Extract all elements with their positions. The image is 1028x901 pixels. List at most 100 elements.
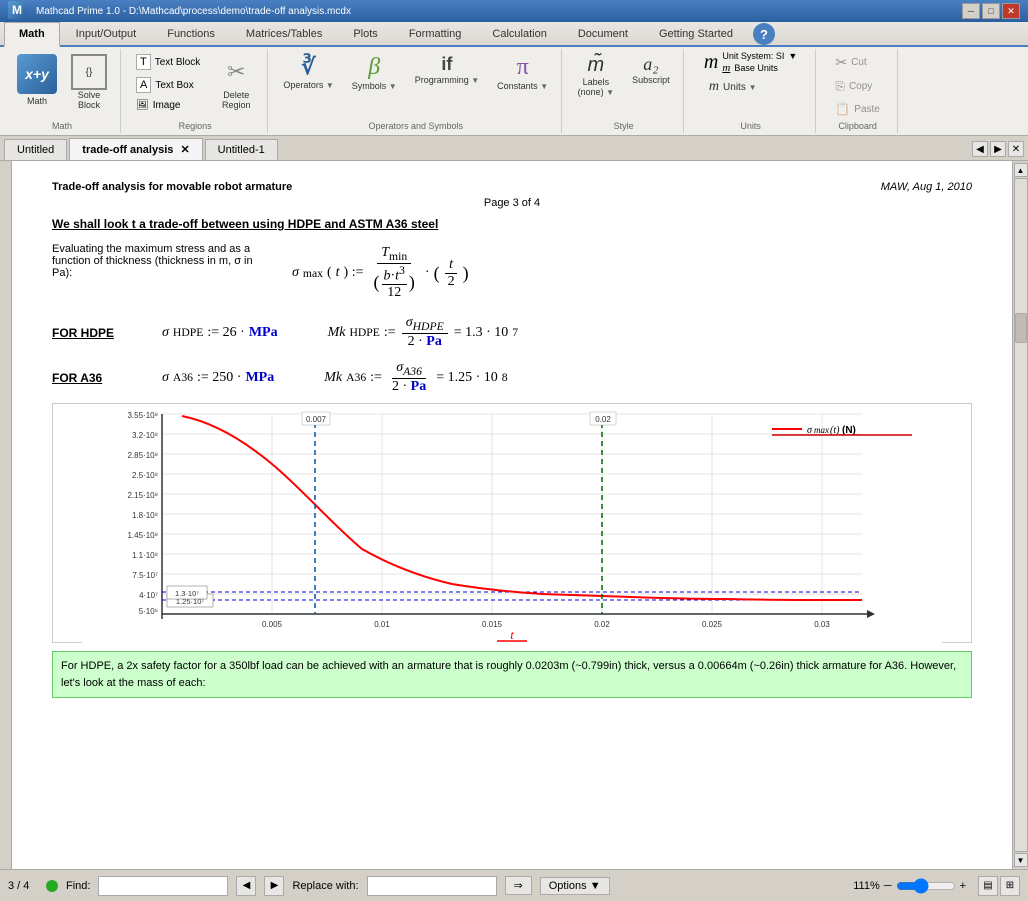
programming-icon: if — [441, 54, 452, 75]
document-area: Trade-off analysis for movable robot arm… — [12, 161, 1012, 869]
tab-formatting[interactable]: Formatting — [394, 22, 477, 45]
doc-tab-untitled1[interactable]: Untitled-1 — [205, 139, 278, 160]
ribbon-group-clipboard: ✂ Cut ⎘ Copy 📋 Paste Clipboard — [818, 49, 898, 133]
image-icon: 🖼 — [136, 100, 149, 111]
tab-input-output[interactable]: Input/Output — [61, 22, 152, 45]
scroll-thumb[interactable] — [1015, 313, 1027, 343]
scroll-left — [0, 161, 12, 869]
zoom-controls: 111% ─ + — [853, 878, 966, 894]
options-dropdown-icon: ▼ — [590, 880, 601, 892]
find-prev-button[interactable]: ◀ — [236, 876, 256, 896]
ribbon-group-style: m̃ Labels(none) ▼ a₂ Subscript Style — [564, 49, 684, 133]
a36-row: FOR A36 σA36 := 250 · MPa MkA36 := σA36 … — [52, 358, 972, 397]
doc-tab-trade-off[interactable]: trade-off analysis ✕ — [69, 138, 202, 160]
tab-math[interactable]: Math — [4, 22, 60, 47]
symbols-button[interactable]: β Symbols ▼ — [347, 51, 402, 94]
document-tabs: Untitled trade-off analysis ✕ Untitled-1… — [0, 136, 1028, 161]
zoom-out-button[interactable]: ─ — [884, 880, 892, 892]
window-title: Mathcad Prime 1.0 - D:\Mathcad\process\d… — [36, 6, 351, 17]
tabs-prev-button[interactable]: ◀ — [972, 141, 988, 157]
ribbon-content: x+y Math {} SolveBlock Math T Text Block — [0, 47, 1028, 135]
programming-button[interactable]: if Programming ▼ — [410, 51, 484, 88]
scroll-up-button[interactable]: ▲ — [1014, 163, 1028, 177]
operators-button[interactable]: ∛ Operators ▼ — [278, 51, 338, 93]
view-icons: ▤ ⊞ — [978, 876, 1020, 896]
tabs-close-button[interactable]: ✕ — [1008, 141, 1024, 157]
tabs-nav: ◀ ▶ ✕ — [972, 141, 1024, 157]
options-label: Options — [549, 880, 587, 892]
svg-text:2.15·10⁸: 2.15·10⁸ — [127, 491, 158, 500]
replace-input[interactable] — [367, 876, 497, 896]
labels-icon: m̃ — [588, 54, 605, 77]
svg-text:0.007: 0.007 — [306, 415, 327, 424]
svg-text:1.45·10⁸: 1.45·10⁸ — [127, 531, 158, 540]
document-page[interactable]: Trade-off analysis for movable robot arm… — [12, 161, 1012, 869]
view-grid-button[interactable]: ⊞ — [1000, 876, 1020, 896]
symbols-icon: β — [368, 54, 380, 81]
paste-button[interactable]: 📋 Paste — [830, 99, 885, 119]
units-icon: m — [709, 79, 719, 95]
svg-text:1.1·10⁸: 1.1·10⁸ — [132, 551, 158, 560]
delete-region-button[interactable]: ✂ DeleteRegion — [213, 51, 259, 113]
svg-text:1.8·10⁸: 1.8·10⁸ — [132, 511, 158, 520]
cut-button[interactable]: ✂ Cut — [830, 51, 871, 74]
copy-button[interactable]: ⎘ Copy — [830, 76, 877, 97]
page-date: MAW, Aug 1, 2010 — [881, 181, 972, 193]
tab-matrices-tables[interactable]: Matrices/Tables — [231, 22, 337, 45]
solve-block-button[interactable]: {} SolveBlock — [66, 51, 112, 113]
zoom-in-button[interactable]: + — [960, 880, 966, 892]
svg-text:2.85·10⁸: 2.85·10⁸ — [127, 451, 158, 460]
main-area: Trade-off analysis for movable robot arm… — [0, 161, 1028, 869]
math-group-label: Math — [52, 121, 72, 131]
ribbon-group-units: m Unit System: SI ▼ m Base Units m — [686, 49, 816, 133]
image-button[interactable]: 🖼 Image — [131, 97, 205, 114]
constants-button[interactable]: π Constants ▼ — [492, 51, 553, 94]
chart-container[interactable]: 3.55·10⁸ 3.2·10⁸ 2.85·10⁸ 2.5·10⁸ 2.15·1… — [52, 403, 972, 643]
find-next-button[interactable]: ▶ — [264, 876, 284, 896]
solve-btn-label: SolveBlock — [78, 90, 101, 110]
tab-close-icon[interactable]: ✕ — [180, 144, 189, 156]
subscript-label: Subscript — [632, 75, 670, 85]
minimize-button[interactable]: ─ — [962, 3, 980, 19]
tab-functions[interactable]: Functions — [152, 22, 230, 45]
tab-getting-started[interactable]: Getting Started — [644, 22, 748, 45]
units-m-icon: m — [704, 51, 718, 74]
math-button[interactable]: x+y Math — [12, 51, 62, 109]
scroll-down-button[interactable]: ▼ — [1014, 853, 1028, 867]
content-row-formula: Evaluating the maximum stress and as a f… — [52, 243, 972, 303]
unit-system-label: Unit System: SI — [722, 51, 784, 61]
options-button[interactable]: Options ▼ — [540, 877, 610, 895]
subscript-button[interactable]: a₂ Subscript — [627, 51, 675, 88]
a36-mk-eq: MkA36 := σA36 2 · Pa = 1.25 · 108 — [324, 360, 507, 395]
intro-text: Evaluating the maximum stress and as a f… — [52, 243, 272, 279]
scroll-right[interactable]: ▲ ▼ — [1012, 161, 1028, 869]
tab-document[interactable]: Document — [563, 22, 643, 45]
labels-button[interactable]: m̃ Labels(none) ▼ — [573, 51, 619, 100]
ribbon-group-operators: ∛ Operators ▼ β Symbols ▼ if Programming… — [270, 49, 562, 133]
a36-label: FOR A36 — [52, 371, 132, 385]
tab-plots[interactable]: Plots — [338, 22, 392, 45]
unit-system-dropdown[interactable]: ▼ — [788, 51, 797, 61]
zoom-slider[interactable] — [896, 878, 956, 894]
cut-label: Cut — [851, 57, 867, 68]
doc-tab-untitled[interactable]: Untitled — [4, 139, 67, 160]
tab-calculation[interactable]: Calculation — [477, 22, 561, 45]
svg-text:0.015: 0.015 — [482, 620, 503, 629]
text-block-button[interactable]: T Text Block — [131, 51, 205, 73]
view-page-button[interactable]: ▤ — [978, 876, 998, 896]
units-group-label: Units — [740, 121, 761, 131]
close-button[interactable]: ✕ — [1002, 3, 1020, 19]
hdpe-row: FOR HDPE σHDPE := 26 · MPa MkHDPE := σHD… — [52, 313, 972, 352]
tabs-next-button[interactable]: ▶ — [990, 141, 1006, 157]
status-indicator — [46, 880, 58, 892]
svg-text:2.5·10⁸: 2.5·10⁸ — [132, 471, 158, 480]
units-button[interactable]: m Units ▼ — [704, 76, 762, 98]
help-button[interactable]: ? — [753, 23, 775, 45]
replace-button[interactable]: ⇒ — [505, 876, 532, 895]
maximize-button[interactable]: □ — [982, 3, 1000, 19]
title-bar: M Mathcad Prime 1.0 - D:\Mathcad\process… — [0, 0, 1028, 22]
text-box-button[interactable]: A Text Box — [131, 74, 205, 96]
subscript-icon: a₂ — [643, 54, 658, 75]
find-input[interactable] — [98, 876, 228, 896]
text-block-icon: T — [136, 54, 151, 70]
